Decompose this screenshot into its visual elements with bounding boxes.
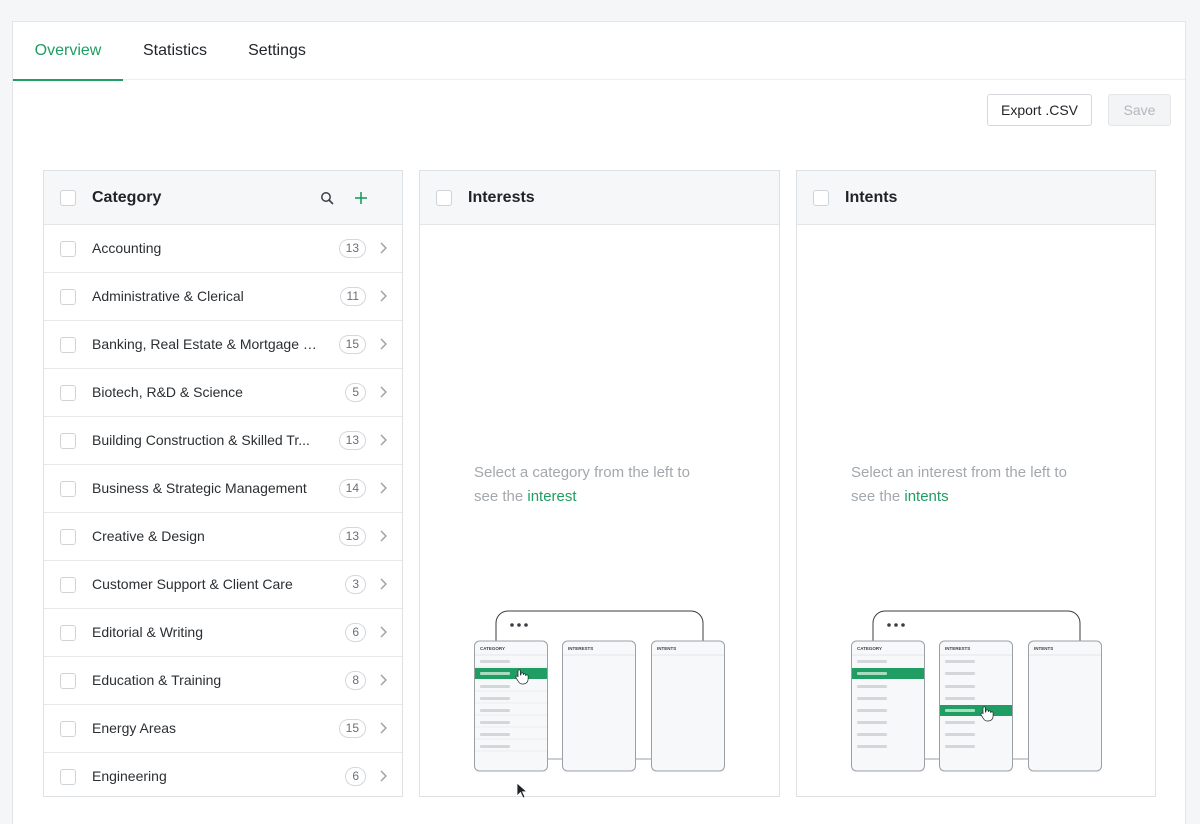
row-checkbox[interactable] bbox=[60, 721, 76, 737]
chevron-right-icon bbox=[380, 242, 387, 254]
empty-line: Select a category from the left to bbox=[474, 464, 690, 481]
category-label: Accounting bbox=[92, 240, 162, 256]
category-panel-title: Category bbox=[92, 189, 162, 206]
row-checkbox[interactable] bbox=[60, 241, 76, 257]
category-label: Banking, Real Estate & Mortgage P... bbox=[92, 336, 322, 352]
count-badge: 15 bbox=[338, 335, 366, 354]
list-item[interactable]: Creative & Design 13 bbox=[44, 513, 402, 561]
list-item[interactable]: Administrative & Clerical 11 bbox=[44, 273, 402, 321]
interests-panel-title: Interests bbox=[468, 189, 535, 206]
svg-text:INTENTS: INTENTS bbox=[657, 646, 676, 651]
count-badge: 3 bbox=[345, 575, 366, 594]
category-label: Creative & Design bbox=[92, 528, 205, 544]
category-label: Editorial & Writing bbox=[92, 624, 204, 640]
chevron-right-icon bbox=[380, 338, 387, 350]
row-checkbox[interactable] bbox=[60, 385, 76, 401]
list-item[interactable]: Customer Support & Client Care 3 bbox=[44, 561, 402, 609]
intents-panel-title: Intents bbox=[845, 189, 898, 206]
save-button[interactable]: Save bbox=[1108, 94, 1171, 126]
count-badge: 8 bbox=[345, 671, 366, 690]
list-item[interactable]: Engineering 6 bbox=[44, 753, 402, 796]
row-checkbox[interactable] bbox=[60, 433, 76, 449]
count-badge: 15 bbox=[338, 719, 366, 738]
category-label: Customer Support & Client Care bbox=[92, 576, 293, 592]
chevron-right-icon bbox=[380, 722, 387, 734]
row-checkbox[interactable] bbox=[60, 577, 76, 593]
category-label: Energy Areas bbox=[92, 720, 177, 736]
chevron-right-icon bbox=[380, 290, 387, 302]
plus-icon[interactable] bbox=[350, 187, 372, 209]
category-label: Engineering bbox=[92, 768, 167, 784]
select-all-intents-checkbox[interactable] bbox=[813, 190, 829, 206]
chevron-right-icon bbox=[380, 434, 387, 446]
interest-link: interest bbox=[527, 488, 577, 505]
count-badge: 13 bbox=[338, 431, 366, 450]
row-checkbox[interactable] bbox=[60, 337, 76, 353]
app-frame: Overview Statistics Settings Export .CSV… bbox=[12, 21, 1186, 824]
count-badge: 6 bbox=[345, 623, 366, 642]
category-label: Administrative & Clerical bbox=[92, 288, 244, 304]
select-all-interests-checkbox[interactable] bbox=[436, 190, 452, 206]
count-badge: 14 bbox=[338, 479, 366, 498]
chevron-right-icon bbox=[380, 386, 387, 398]
category-label: Education & Training bbox=[92, 672, 222, 688]
interests-empty-message: Select a category from the left to see t… bbox=[474, 461, 734, 509]
row-checkbox[interactable] bbox=[60, 625, 76, 641]
list-item[interactable]: Business & Strategic Management 14 bbox=[44, 465, 402, 513]
count-badge: 6 bbox=[345, 767, 366, 786]
svg-text:INTERESTS: INTERESTS bbox=[568, 646, 593, 651]
category-panel-header: Category bbox=[44, 171, 402, 225]
list-item[interactable]: Education & Training 8 bbox=[44, 657, 402, 705]
list-item[interactable]: Editorial & Writing 6 bbox=[44, 609, 402, 657]
row-checkbox[interactable] bbox=[60, 529, 76, 545]
chevron-right-icon bbox=[380, 578, 387, 590]
list-item[interactable]: Energy Areas 15 bbox=[44, 705, 402, 753]
interests-panel: Interests Select a category from the lef… bbox=[419, 170, 780, 797]
tab-bar: Overview Statistics Settings bbox=[13, 22, 1185, 81]
mouse-pointer-icon bbox=[516, 782, 528, 799]
row-checkbox[interactable] bbox=[60, 481, 76, 497]
svg-text:CATEGORY: CATEGORY bbox=[480, 646, 505, 651]
tab-settings[interactable]: Settings bbox=[235, 22, 319, 80]
select-all-categories-checkbox[interactable] bbox=[60, 190, 76, 206]
chevron-right-icon bbox=[380, 482, 387, 494]
category-label: Business & Strategic Management bbox=[92, 480, 307, 496]
row-checkbox[interactable] bbox=[60, 769, 76, 785]
intents-panel-header: Intents bbox=[797, 171, 1155, 225]
category-label: Biotech, R&D & Science bbox=[92, 384, 243, 400]
chevron-right-icon bbox=[380, 626, 387, 638]
intents-link: intents bbox=[904, 488, 949, 505]
list-item[interactable]: Biotech, R&D & Science 5 bbox=[44, 369, 402, 417]
empty-prefix: see the bbox=[474, 488, 528, 505]
chevron-right-icon bbox=[380, 674, 387, 686]
category-panel: Category Accounting 13 Administrative & C… bbox=[43, 170, 403, 797]
intents-panel: Intents Select an interest from the left… bbox=[796, 170, 1156, 797]
intents-empty-message: Select an interest from the left to see … bbox=[851, 461, 1111, 509]
search-icon[interactable] bbox=[316, 187, 338, 209]
empty-line: Select an interest from the left to bbox=[851, 464, 1067, 481]
row-checkbox[interactable] bbox=[60, 289, 76, 305]
list-item[interactable]: Accounting 13 bbox=[44, 225, 402, 273]
category-list: Accounting 13 Administrative & Clerical 11… bbox=[44, 225, 402, 796]
svg-text:CATEGORY: CATEGORY bbox=[857, 646, 882, 651]
count-badge: 13 bbox=[338, 239, 366, 258]
chevron-right-icon bbox=[380, 530, 387, 542]
count-badge: 5 bbox=[345, 383, 366, 402]
empty-prefix: see the bbox=[851, 488, 905, 505]
tab-overview[interactable]: Overview bbox=[13, 22, 123, 81]
export-csv-button[interactable]: Export .CSV bbox=[987, 94, 1092, 126]
interests-panel-header: Interests bbox=[420, 171, 779, 225]
tab-statistics[interactable]: Statistics bbox=[131, 22, 219, 80]
list-item[interactable]: Banking, Real Estate & Mortgage P... 15 bbox=[44, 321, 402, 369]
select-interest-illustration: CATEGORY INTERESTS INTENTS bbox=[851, 610, 1102, 772]
count-badge: 11 bbox=[339, 287, 366, 306]
row-checkbox[interactable] bbox=[60, 673, 76, 689]
select-category-illustration: CATEGORY INTERESTS INTENTS bbox=[474, 610, 725, 772]
list-item[interactable]: Building Construction & Skilled Tr... 13 bbox=[44, 417, 402, 465]
category-label: Building Construction & Skilled Tr... bbox=[92, 432, 310, 448]
svg-text:INTERESTS: INTERESTS bbox=[945, 646, 970, 651]
count-badge: 13 bbox=[338, 527, 366, 546]
chevron-right-icon bbox=[380, 770, 387, 782]
svg-text:INTENTS: INTENTS bbox=[1034, 646, 1053, 651]
